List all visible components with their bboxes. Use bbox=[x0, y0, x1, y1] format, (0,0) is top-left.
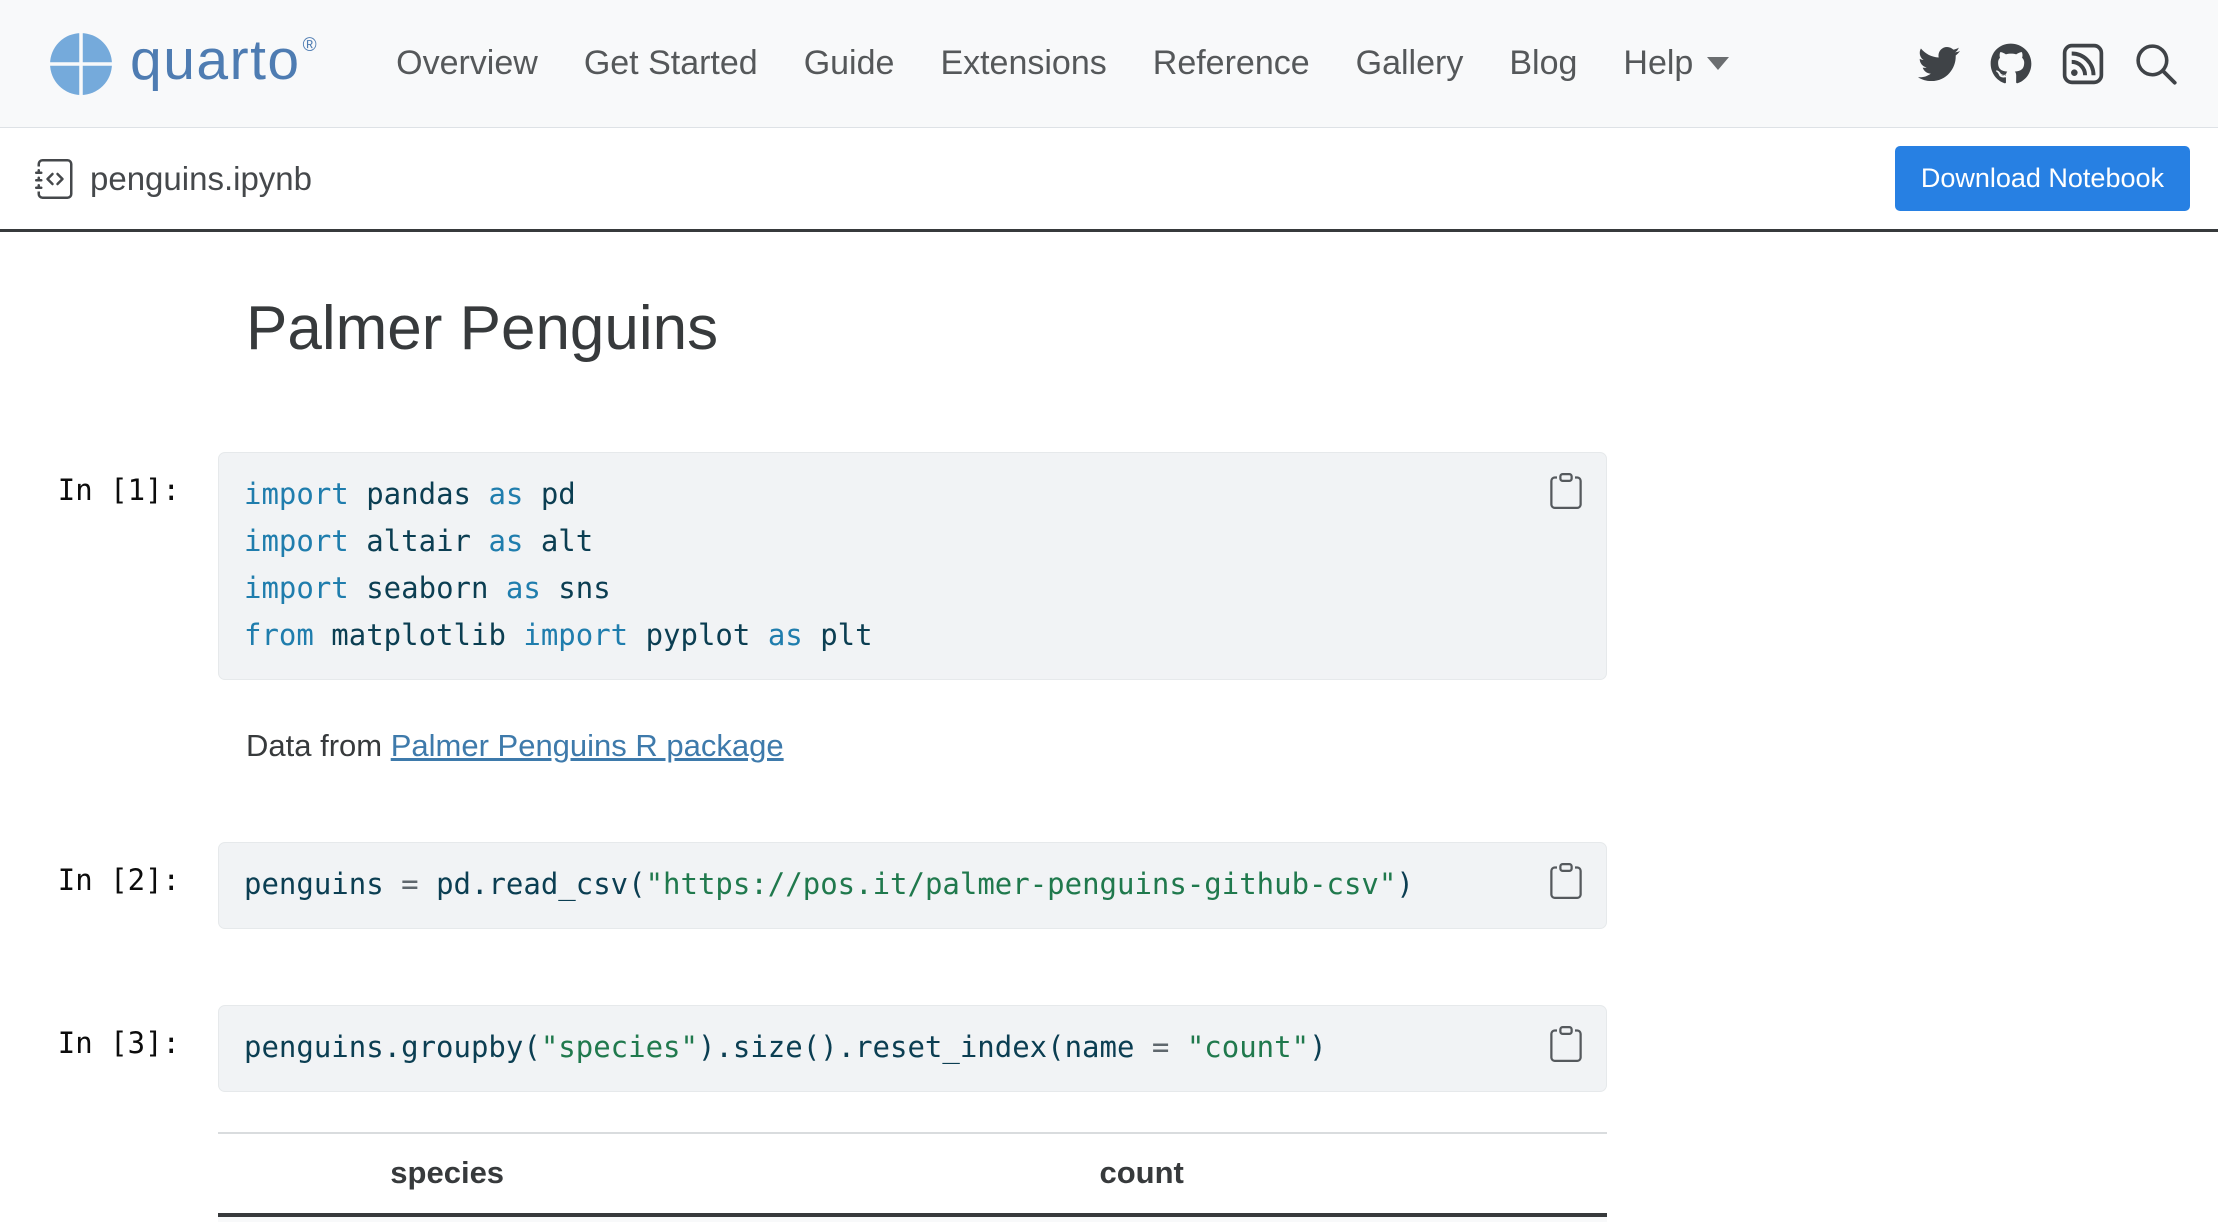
search-icon[interactable] bbox=[2134, 42, 2178, 86]
nav-item-extensions[interactable]: Extensions bbox=[940, 44, 1106, 83]
table-header-species: species bbox=[218, 1133, 676, 1215]
notebook-file-bar: penguins.ipynb Download Notebook bbox=[0, 128, 2218, 232]
dataframe-table: species count bbox=[218, 1132, 1607, 1222]
nav-item-get-started[interactable]: Get Started bbox=[584, 44, 758, 83]
copy-code-button[interactable] bbox=[1544, 469, 1588, 513]
nav-item-help-label: Help bbox=[1623, 44, 1693, 83]
code-cell-1: In [1]: import pandas as pdimport altair… bbox=[0, 452, 2218, 680]
top-navbar: quarto® Overview Get Started Guide Exten… bbox=[0, 0, 2218, 128]
quarto-brand-link[interactable]: quarto® bbox=[48, 31, 318, 97]
quarto-wordmark: quarto® bbox=[130, 32, 318, 89]
code-cell-3: In [3]: penguins.groupby("species").size… bbox=[0, 1005, 2218, 1092]
code-block: import pandas as pdimport altair as alti… bbox=[244, 471, 1581, 659]
nav-item-guide[interactable]: Guide bbox=[804, 44, 895, 83]
paragraph-text: Data from bbox=[246, 728, 391, 763]
code-cell-box: penguins.groupby("species").size().reset… bbox=[218, 1005, 1607, 1092]
table-row bbox=[218, 1215, 1607, 1222]
journal-code-icon bbox=[35, 159, 75, 199]
nav-item-help[interactable]: Help bbox=[1623, 44, 1729, 83]
nav-item-overview[interactable]: Overview bbox=[396, 44, 538, 83]
notebook-content: Palmer Penguins In [1]: import pandas as… bbox=[0, 232, 2218, 1222]
primary-nav: Overview Get Started Guide Extensions Re… bbox=[396, 44, 1729, 83]
table-header-count: count bbox=[676, 1133, 1607, 1215]
cell-execution-label: In [3]: bbox=[0, 1005, 218, 1060]
nav-item-gallery[interactable]: Gallery bbox=[1356, 44, 1464, 83]
nav-item-reference[interactable]: Reference bbox=[1153, 44, 1310, 83]
chevron-down-icon bbox=[1707, 57, 1729, 70]
copy-code-button[interactable] bbox=[1544, 859, 1588, 903]
code-cell-box: import pandas as pdimport altair as alti… bbox=[218, 452, 1607, 680]
twitter-icon[interactable] bbox=[1918, 43, 1960, 85]
clipboard-icon bbox=[1548, 473, 1584, 509]
cell-execution-label: In [2]: bbox=[0, 842, 218, 897]
quarto-logo-icon bbox=[48, 31, 114, 97]
clipboard-icon bbox=[1548, 863, 1584, 899]
page-title: Palmer Penguins bbox=[246, 292, 2218, 366]
cell-execution-label: In [1]: bbox=[0, 452, 218, 507]
notebook-filename: penguins.ipynb bbox=[35, 159, 312, 199]
output-table-wrap: species count bbox=[218, 1132, 1607, 1222]
data-source-paragraph: Data from Palmer Penguins R package bbox=[246, 728, 2218, 764]
download-notebook-button[interactable]: Download Notebook bbox=[1895, 146, 2190, 211]
copy-code-button[interactable] bbox=[1544, 1022, 1588, 1066]
rss-icon[interactable] bbox=[2062, 43, 2104, 85]
code-cell-2: In [2]: penguins = pd.read_csv("https://… bbox=[0, 842, 2218, 929]
code-block: penguins = pd.read_csv("https://pos.it/p… bbox=[244, 861, 1581, 908]
code-block: penguins.groupby("species").size().reset… bbox=[244, 1024, 1581, 1071]
nav-item-blog[interactable]: Blog bbox=[1509, 44, 1577, 83]
clipboard-icon bbox=[1548, 1026, 1584, 1062]
code-cell-box: penguins = pd.read_csv("https://pos.it/p… bbox=[218, 842, 1607, 929]
github-icon[interactable] bbox=[1990, 43, 2032, 85]
navbar-tools bbox=[1918, 42, 2178, 86]
notebook-filename-label: penguins.ipynb bbox=[90, 160, 312, 198]
registered-trademark: ® bbox=[303, 35, 319, 56]
palmer-penguins-link[interactable]: Palmer Penguins R package bbox=[391, 728, 784, 763]
